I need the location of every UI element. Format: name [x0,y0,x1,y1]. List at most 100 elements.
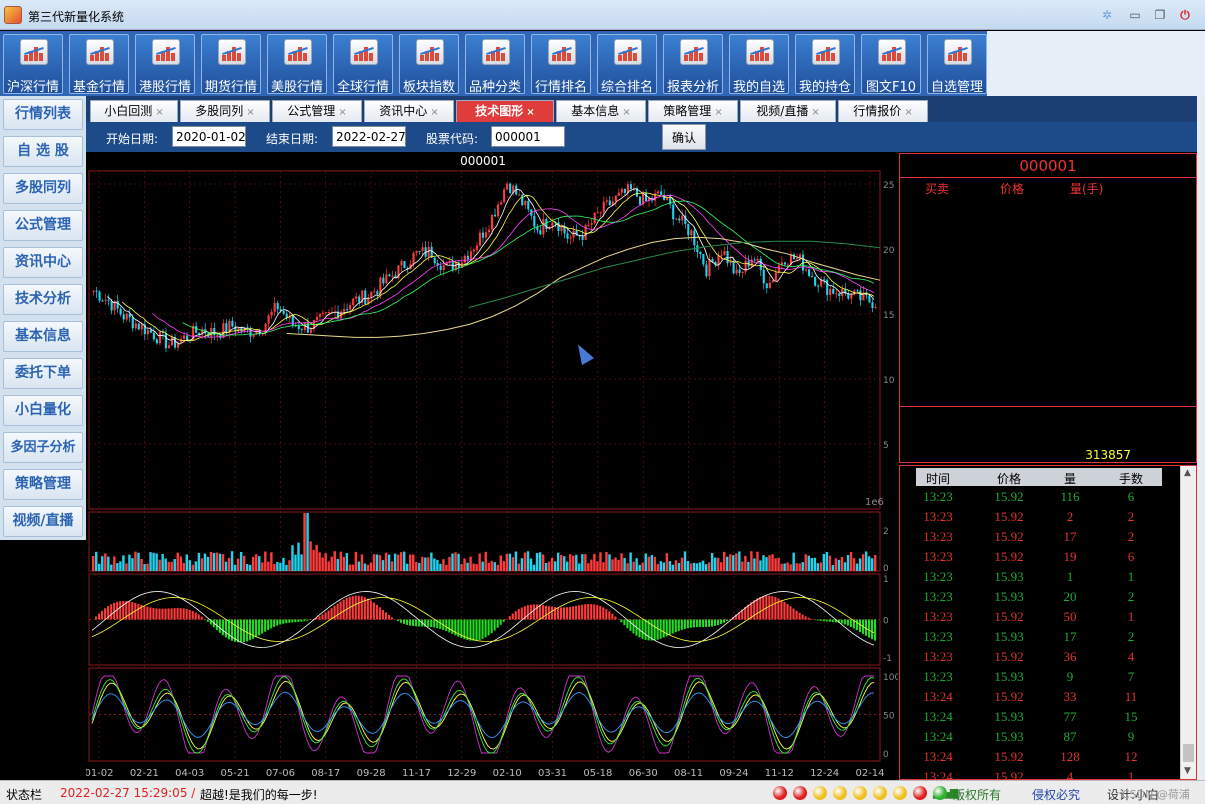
sidebar-item-11[interactable]: 视频/直播 [3,506,83,537]
toolbar-button-3[interactable]: 期货行情 [201,34,261,95]
macd-bar [276,619,279,626]
sidebar-item-5[interactable]: 技术分析 [3,284,83,315]
scroll-thumb[interactable] [1183,744,1194,762]
toolbar-button-7[interactable]: 品种分类 [465,34,525,95]
y-tick-label: 20 [883,246,895,256]
tab-close-icon[interactable]: × [622,107,630,118]
candle-body [620,188,623,193]
tab-label: 小白回测 [104,104,153,118]
candle-body [596,212,599,214]
candle-body [814,276,817,286]
tab-close-icon[interactable]: × [430,107,438,118]
toolbar-button-9[interactable]: 综合排名 [597,34,657,95]
tab-close-icon[interactable]: × [714,107,722,118]
tab-0[interactable]: 小白回测 × [90,100,178,122]
settings-icon[interactable]: ✲ [1098,8,1116,23]
sidebar-item-9[interactable]: 多因子分析 [3,432,83,463]
tab-8[interactable]: 行情报价 × [838,100,928,122]
tick-table-scrollbar[interactable]: ▲ ▼ [1180,466,1196,779]
volume-bar [671,564,675,571]
minimize-icon[interactable]: ▭ [1126,8,1144,23]
volume-bar [508,553,512,571]
scroll-up-icon[interactable]: ▲ [1184,468,1191,478]
toolbar-button-2[interactable]: 港股行情 [135,34,195,95]
toolbar-button-6[interactable]: 板块指数 [399,34,459,95]
tab-close-icon[interactable]: × [904,107,912,118]
sidebar-item-0[interactable]: 行情列表 [3,99,83,130]
chart-canvas[interactable]: 0000012520151051e601-02 02-21 04-03 05-21 07… [86,152,898,780]
tab-3[interactable]: 资讯中心 × [364,100,454,122]
tab-label: 公式管理 [287,104,336,118]
tick-header-price: 价格 [996,472,1021,486]
macd-bar [819,619,822,621]
volume-bar [282,557,285,571]
volume-bar [807,555,810,571]
sidebar-item-1[interactable]: 自 选 股 [3,136,83,167]
restore-icon[interactable]: ❐ [1151,8,1169,23]
candle-body [871,302,874,308]
volume-bar [605,551,608,571]
end-date-input[interactable] [332,126,406,147]
toolbar-button-10[interactable]: 报表分析 [663,34,723,95]
macd-bar [659,619,662,639]
sidebar-item-4[interactable]: 资讯中心 [3,247,83,278]
tab-6[interactable]: 策略管理 × [648,100,738,122]
toolbar-button-5[interactable]: 全球行情 [333,34,393,95]
sidebar-item-2[interactable]: 多股同列 [3,173,83,204]
candle-body [472,249,475,252]
sidebar-item-6[interactable]: 基本信息 [3,321,83,352]
macd-bar [638,619,641,638]
tick-hands: 6 [1127,549,1135,564]
volume-bar [463,558,466,571]
macd-bar [520,607,523,620]
tab-4[interactable]: 技术图形 × [456,100,554,122]
stock-code-input[interactable] [491,126,565,147]
sidebar-item-10[interactable]: 策略管理 [3,469,83,500]
toolbar-button-13[interactable]: 图文F10 [861,34,921,95]
toolbar-button-8[interactable]: 行情排名 [531,34,591,95]
tab-close-icon[interactable]: × [526,107,534,118]
volume-bar [399,552,403,571]
toolbar-button-label: 全球行情 [336,80,389,95]
volume-bar [822,553,826,571]
start-date-input[interactable] [172,126,246,147]
close-icon[interactable]: ⏻ [1176,8,1194,23]
candle-body [804,269,808,271]
parameter-row: 开始日期: 结束日期: 股票代码: 确认 [86,122,1198,152]
sidebar-item-3[interactable]: 公式管理 [3,210,83,241]
tab-close-icon[interactable]: × [811,107,819,118]
macd-bar [602,607,605,620]
sidebar-item-7[interactable]: 委托下单 [3,358,83,389]
tab-7[interactable]: 视频/直播 × [740,100,836,122]
tab-5[interactable]: 基本信息 × [556,100,646,122]
toolbar-button-12[interactable]: 我的持仓 [795,34,855,95]
volume-bar [810,558,813,571]
title-bar: 第三代新量化系统 ✲ ▭ ❐ ⏻ [0,0,1205,30]
tab-close-icon[interactable]: × [338,107,346,118]
toolbar-button-4[interactable]: 美股行情 [267,34,327,95]
technical-chart[interactable]: 000001 25 20 15 10 5 1e6 01-02 02-21 04-03 05-21 07… [86,152,898,780]
scroll-down-icon[interactable]: ▼ [1184,766,1191,776]
tab-close-icon[interactable]: × [155,107,163,118]
tab-close-icon[interactable]: × [246,107,254,118]
candle-body [524,200,527,206]
tab-2[interactable]: 公式管理 × [272,100,362,122]
candle-body [506,183,509,190]
toolbar-button-11[interactable]: 我的自选 [729,34,789,95]
macd-bar [620,619,623,623]
toolbar-button-0[interactable]: 沪深行情 [3,34,63,95]
candle-body [195,325,198,333]
volume-bar [707,562,711,571]
volume-bar [716,557,720,571]
tick-header-volume: 量 [1063,472,1076,486]
candle-body [681,215,684,221]
toolbar-button-14[interactable]: 自选管理 [927,34,987,95]
macd-bar [95,616,98,620]
macd-bar [798,612,801,620]
tab-1[interactable]: 多股同列 × [180,100,270,122]
toolbar-button-1[interactable]: 基金行情 [69,34,129,95]
confirm-button[interactable]: 确认 [662,124,706,150]
sidebar-item-8[interactable]: 小白量化 [3,395,83,426]
macd-bar [264,619,267,632]
candle-body [856,290,859,292]
